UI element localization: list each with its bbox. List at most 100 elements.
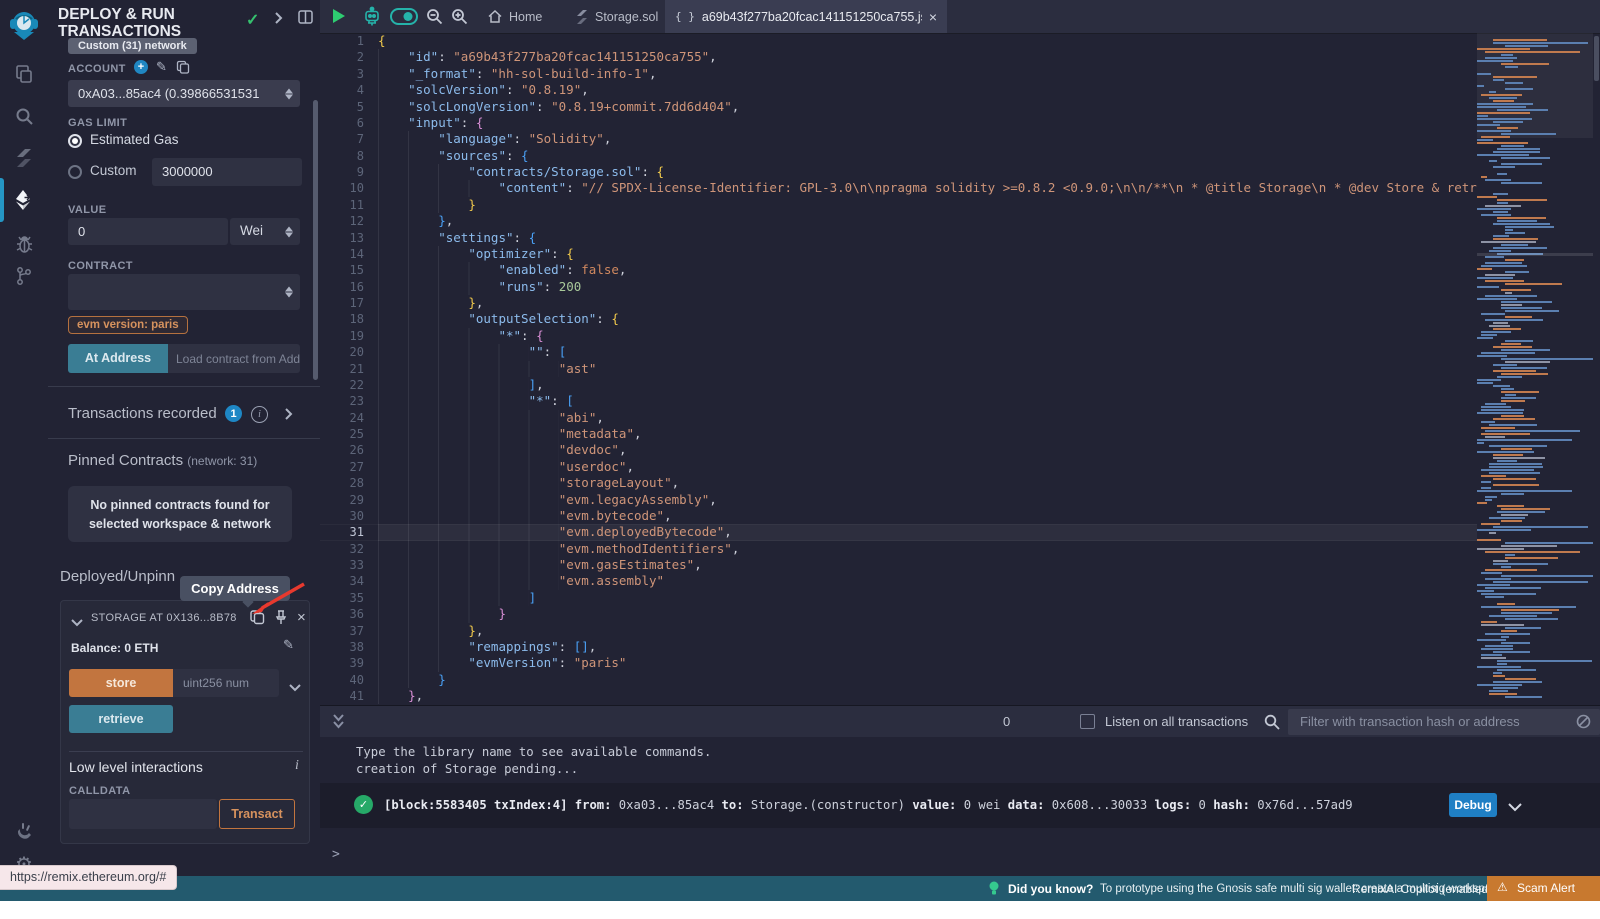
tab-build-info-json[interactable]: { } a69b43f277ba20fcac141151250ca755.jso… [665, 0, 947, 33]
solidity-compiler-icon[interactable] [0, 140, 48, 176]
calldata-input[interactable] [69, 799, 217, 829]
terminal-prompt[interactable]: > [332, 847, 340, 862]
code-line-6[interactable]: 6"input": { [320, 115, 1477, 131]
contract-stepper-icon[interactable] [285, 287, 293, 298]
code-line-30[interactable]: 30"evm.bytecode", [320, 508, 1477, 524]
code-line-24[interactable]: 24"abi", [320, 410, 1477, 426]
debug-button[interactable]: Debug [1449, 793, 1497, 817]
panel-chevron-right-icon[interactable] [274, 11, 283, 30]
deploy-run-icon[interactable] [0, 182, 48, 218]
custom-gas-input[interactable]: 3000000 [152, 158, 302, 186]
store-expand-chevron-icon[interactable] [289, 679, 301, 697]
remixai-robot-icon[interactable] [362, 6, 382, 32]
code-line-41[interactable]: 41}, [320, 688, 1477, 704]
at-address-button[interactable]: At Address [68, 344, 168, 373]
copilot-toggle-icon[interactable] [390, 8, 418, 30]
code-line-35[interactable]: 35] [320, 590, 1477, 606]
account-stepper-icon[interactable] [285, 88, 293, 99]
create-account-icon[interactable]: + [134, 60, 148, 74]
at-address-input[interactable]: Load contract from Addre [168, 344, 300, 373]
code-line-39[interactable]: 39"evmVersion": "paris" [320, 655, 1477, 671]
code-line-18[interactable]: 18"outputSelection": { [320, 311, 1477, 327]
debugger-icon[interactable] [0, 226, 48, 262]
transactions-expand-icon[interactable] [284, 407, 293, 426]
code-line-13[interactable]: 13"settings": { [320, 230, 1477, 246]
filter-input[interactable]: Filter with transaction hash or address [1288, 709, 1600, 735]
terminal-body[interactable]: Type the library name to see available c… [320, 737, 1600, 876]
code-line-26[interactable]: 26"devdoc", [320, 442, 1477, 458]
code-line-40[interactable]: 40} [320, 672, 1477, 688]
code-line-2[interactable]: 2"id": "a69b43f277ba20fcac141151250ca755… [320, 49, 1477, 65]
account-select[interactable]: 0xA03...85ac4 (0.39866531531 [68, 80, 300, 107]
tab-storage-sol[interactable]: Storage.sol [566, 0, 668, 33]
tx-expand-chevron-icon[interactable] [1508, 799, 1522, 817]
pin-contract-icon[interactable] [274, 609, 288, 630]
code-line-8[interactable]: 8"sources": { [320, 148, 1477, 164]
retrieve-button[interactable]: retrieve [69, 705, 173, 733]
search-icon[interactable] [0, 98, 48, 134]
editor-scrollbar[interactable] [1594, 36, 1599, 81]
unit-stepper-icon[interactable] [285, 226, 293, 237]
code-line-27[interactable]: 27"userdoc", [320, 459, 1477, 475]
code-line-34[interactable]: 34"evm.assembly" [320, 573, 1477, 589]
code-line-33[interactable]: 33"evm.gasEstimates", [320, 557, 1477, 573]
clear-filter-icon[interactable] [1576, 714, 1591, 734]
contract-select[interactable] [68, 274, 300, 310]
code-line-21[interactable]: 21"ast" [320, 361, 1477, 377]
code-line-20[interactable]: 20"": [ [320, 344, 1477, 360]
code-line-22[interactable]: 22], [320, 377, 1477, 393]
code-line-25[interactable]: 25"metadata", [320, 426, 1477, 442]
plugin-manager-icon[interactable] [0, 812, 48, 848]
code-line-3[interactable]: 3"_format": "hh-sol-build-info-1", [320, 66, 1477, 82]
code-line-23[interactable]: 23"*": [ [320, 393, 1477, 409]
code-line-28[interactable]: 28"storageLayout", [320, 475, 1477, 491]
code-line-38[interactable]: 38"remappings": [], [320, 639, 1477, 655]
code-line-37[interactable]: 37}, [320, 623, 1477, 639]
zoom-in-icon[interactable] [451, 8, 468, 30]
store-button[interactable]: store [69, 669, 173, 697]
contract-instance-title[interactable]: STORAGE AT 0X136...8B78 [91, 612, 237, 624]
value-unit-select[interactable]: Wei [230, 218, 300, 245]
code-line-14[interactable]: 14"optimizer": { [320, 246, 1477, 262]
copy-address-icon[interactable] [249, 609, 265, 630]
tab-home[interactable]: Home [478, 0, 552, 33]
listen-checkbox[interactable] [1080, 714, 1095, 729]
code-line-10[interactable]: 10"content": "// SPDX-License-Identifier… [320, 180, 1477, 196]
collapse-chevron-icon[interactable] [71, 614, 83, 632]
low-level-info-icon[interactable]: i [295, 758, 299, 774]
copilot-status[interactable]: RemixAI Copilot (enabled) [1352, 882, 1492, 896]
terminal-search-icon[interactable] [1264, 714, 1280, 735]
code-line-4[interactable]: 4"solcVersion": "0.8.19", [320, 82, 1477, 98]
remix-logo[interactable] [0, 6, 48, 46]
code-line-17[interactable]: 17}, [320, 295, 1477, 311]
panel-scrollbar[interactable] [313, 100, 318, 380]
value-input[interactable]: 0 [68, 218, 228, 245]
code-line-11[interactable]: 11} [320, 197, 1477, 213]
transactions-info-icon[interactable]: i [251, 406, 268, 423]
pin-panel-icon[interactable] [298, 10, 313, 29]
run-script-play-icon[interactable] [333, 9, 345, 23]
edit-account-icon[interactable]: ✎ [156, 59, 167, 75]
file-explorer-icon[interactable] [0, 56, 48, 92]
code-line-19[interactable]: 19"*": { [320, 328, 1477, 344]
code-area[interactable]: 1{2"id": "a69b43f277ba20fcac141151250ca7… [320, 33, 1477, 705]
store-arg-input[interactable]: uint256 num [173, 669, 279, 697]
collapse-terminal-icon[interactable] [332, 713, 345, 735]
code-line-15[interactable]: 15"enabled": false, [320, 262, 1477, 278]
git-icon[interactable] [0, 258, 48, 294]
copy-account-icon[interactable] [176, 60, 190, 79]
close-tab-icon[interactable]: × [929, 9, 937, 25]
code-line-16[interactable]: 16"runs": 200 [320, 279, 1477, 295]
remove-contract-icon[interactable]: × [297, 609, 306, 626]
code-line-32[interactable]: 32"evm.methodIdentifiers", [320, 541, 1477, 557]
code-line-31[interactable]: 31"evm.deployedBytecode", [320, 524, 1477, 540]
transactions-recorded-label[interactable]: Transactions recorded [68, 405, 217, 422]
tx-log-line[interactable]: [block:5583405 txIndex:4] from: 0xa03...… [384, 798, 1353, 812]
code-line-29[interactable]: 29"evm.legacyAssembly", [320, 492, 1477, 508]
code-editor[interactable]: 1{2"id": "a69b43f277ba20fcac141151250ca7… [320, 33, 1600, 705]
code-line-7[interactable]: 7"language": "Solidity", [320, 131, 1477, 147]
scam-alert-badge[interactable]: ⚠ Scam Alert [1487, 876, 1600, 901]
code-line-5[interactable]: 5"solcLongVersion": "0.8.19+commit.7dd6d… [320, 99, 1477, 115]
code-line-36[interactable]: 36} [320, 606, 1477, 622]
zoom-out-icon[interactable] [426, 8, 443, 30]
